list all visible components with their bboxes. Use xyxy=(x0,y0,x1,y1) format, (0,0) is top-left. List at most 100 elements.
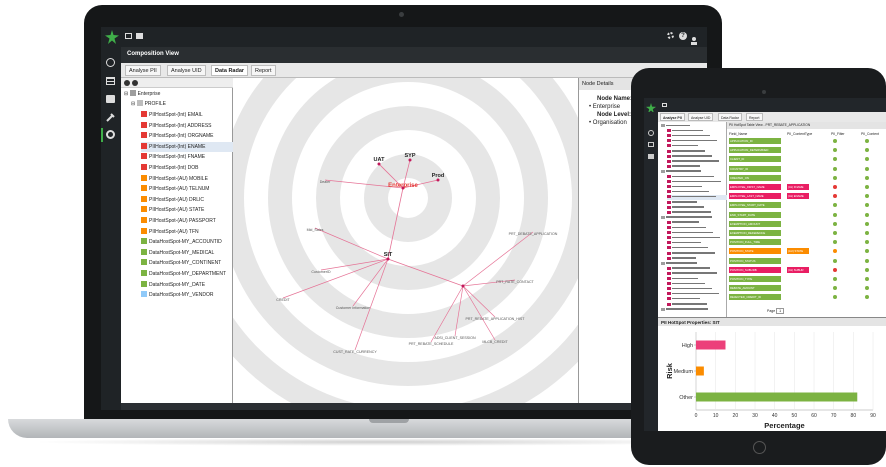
radar-leaf-label[interactable]: PRT_RATE_CONTACT xyxy=(496,280,534,284)
grid-field-cell[interactable]: EXEMPTION_REFERENCE xyxy=(729,230,781,236)
grid-field-cell[interactable]: APPLICATION_ID xyxy=(729,138,781,144)
grid-field-cell[interactable]: POSITION_STATE xyxy=(729,248,781,255)
grid-field-cell[interactable]: POSITION_STATUS xyxy=(729,257,781,264)
data-radar-canvas[interactable]: Dealer Mid_Sales CustomerID CREDIT Customer … xyxy=(233,78,578,410)
tablet-tree-row[interactable] xyxy=(661,307,708,313)
tree-item[interactable]: DataHostSpot-MY_MEDICAL xyxy=(141,248,214,258)
grid-header-field[interactable]: Field_Name xyxy=(729,132,747,136)
settings-icon[interactable] xyxy=(667,32,674,39)
tablet-bag-icon[interactable] xyxy=(648,154,654,159)
pager-input[interactable]: 1 xyxy=(776,308,785,314)
tab-report[interactable]: Report xyxy=(251,65,276,76)
grid-field-cell[interactable]: REBATE_AMOUNT xyxy=(729,285,781,292)
bar[interactable] xyxy=(696,366,704,376)
status-dot xyxy=(833,203,837,208)
radar-node-label[interactable]: SYP xyxy=(404,153,415,159)
grid-field-cell[interactable]: END_START_DATE xyxy=(729,211,781,218)
collapse-icon[interactable] xyxy=(132,80,138,86)
radar-node-label[interactable]: Enterprise xyxy=(388,183,418,189)
radar-node[interactable] xyxy=(461,284,465,288)
tablet-tab-report[interactable]: Report xyxy=(746,113,763,121)
radar-node-label[interactable]: Prod xyxy=(432,173,445,179)
grid-field-cell[interactable]: POSITION_SUBURB xyxy=(729,266,781,273)
grid-type-cell[interactable]: (Int) ENAME xyxy=(787,193,809,200)
grid-field-cell[interactable]: CLIENT_ID xyxy=(729,156,781,163)
tree-item[interactable]: DataHostSpot-MY_VENDOR xyxy=(141,290,213,300)
radar-leaf-label[interactable]: Customer Information xyxy=(336,306,371,310)
grid-type-cell[interactable]: (AU) STATE xyxy=(787,248,809,255)
tree-root[interactable]: ⊟ Enterprise xyxy=(124,89,160,99)
grid-type-cell[interactable]: (Int) FNAME xyxy=(787,184,809,190)
bottom-scrollbar[interactable] xyxy=(121,403,707,410)
grid-field-cell[interactable]: REJECTED_CREDIT_ID xyxy=(729,294,781,301)
tree-item[interactable]: PIIHostSpot-(AU) TFN xyxy=(141,227,199,237)
tablet-globe-icon[interactable] xyxy=(648,130,654,136)
wrench-icon[interactable] xyxy=(106,113,115,125)
gear-icon[interactable] xyxy=(106,130,115,139)
tablet-home-button[interactable] xyxy=(753,441,766,454)
tab-data-radar[interactable]: Data Radar xyxy=(211,65,249,76)
radar-leaf-label[interactable]: PRT_DEBATE_APPLICATION xyxy=(509,232,558,236)
grid-header-filter[interactable]: PII_Filter xyxy=(831,132,845,136)
user-icon[interactable] xyxy=(691,32,697,45)
grid-field-cell[interactable]: EXEMPTION_AMOUNT xyxy=(729,220,781,227)
grid-field-cell[interactable]: APPLICATION_DETERMINED xyxy=(729,147,781,154)
tablet-tree-line xyxy=(672,252,715,254)
radar-leaf-label[interactable]: PRT_REBATE_APPLICATION_HIST xyxy=(466,317,526,321)
tree-item[interactable]: PIIHostSpot-(Int) ADDRESS xyxy=(141,121,212,131)
tablet-tab-analyse-uid[interactable]: Analyse UID xyxy=(688,113,714,121)
tab-analyse-pii[interactable]: Analyse PII xyxy=(125,65,161,76)
tree-item[interactable]: PIIHostSpot-(Int) FNAME xyxy=(141,152,205,162)
tab-analyse-uid[interactable]: Analyse UID xyxy=(167,65,206,76)
radar-leaf-label[interactable]: MLCB_CREDIT xyxy=(482,340,508,344)
table-icon[interactable] xyxy=(106,77,115,85)
radar-leaf-label[interactable]: CustomerID xyxy=(311,270,331,274)
bar[interactable] xyxy=(696,392,858,402)
radar-leaf-label[interactable]: ADSI_CLIENT_SESSION xyxy=(434,336,476,340)
tree-item[interactable]: PIIHostSpot-(AU) MOBILE xyxy=(141,174,208,184)
bar[interactable] xyxy=(696,340,726,350)
tree-item[interactable]: PIIHostSpot-(Int) DOB xyxy=(141,163,198,173)
expand-icon[interactable] xyxy=(124,80,130,86)
tree-item[interactable]: DataHostSpot-MY_DATE xyxy=(141,280,205,290)
grid-field-cell[interactable]: POSITION_FULL_TIME xyxy=(729,239,781,246)
grid-type-cell[interactable]: (Int) SUBUR xyxy=(787,266,809,273)
tree-item[interactable]: PIIHostSpot-(AU) TELNUM xyxy=(141,184,209,194)
help-icon[interactable]: ? xyxy=(679,32,687,40)
tablet-menu-icon[interactable] xyxy=(662,103,667,107)
grid-field-cell[interactable]: EMPLOYEE_FIRST_NAME xyxy=(729,184,781,190)
globe-icon[interactable] xyxy=(106,58,115,67)
tree-item[interactable]: PIIHostSpot-(Int) ENAME xyxy=(141,141,233,152)
grid-field-cell[interactable]: EMPLOYEE_START_DATE xyxy=(729,202,781,209)
grid-field-cell[interactable]: COUNTRY_ID xyxy=(729,165,781,172)
tablet-tab-analyse-pii[interactable]: Analyse PII xyxy=(660,113,685,121)
tree-item[interactable]: PIIHostSpot-(AU) DRLIC xyxy=(141,195,204,205)
tree-item[interactable]: PIIHostSpot-(AU) STATE xyxy=(141,205,204,215)
tree-item[interactable]: PIIHostSpot-(Int) ORGNAME xyxy=(141,131,213,141)
radar-leaf-label[interactable]: Dealer xyxy=(320,180,331,184)
radar-node-label[interactable]: UAT xyxy=(374,157,386,163)
tablet-tab-data-radar[interactable]: Data Radar xyxy=(718,113,742,121)
tree-item[interactable]: DataHostSpot-MY_ACCOUNTID xyxy=(141,237,222,247)
tablet-tree-line xyxy=(672,144,698,147)
status-dot xyxy=(833,221,837,226)
grid-header-content[interactable]: PII_Content xyxy=(861,132,879,136)
grid-header-type[interactable]: PII_ContentType xyxy=(787,132,812,136)
bag-icon[interactable] xyxy=(106,95,115,103)
tree-item[interactable]: DataHostSpot-MY_DEPARTMENT xyxy=(141,269,226,279)
tree-item[interactable]: PIIHostSpot-(AU) PASSPORT xyxy=(141,216,216,226)
tablet-table-icon[interactable] xyxy=(648,142,654,147)
radar-leaf-label[interactable]: CREDIT xyxy=(276,298,290,302)
radar-node-label[interactable]: SIT xyxy=(384,252,393,258)
grid-field-cell[interactable]: POSITION_TYPE xyxy=(729,276,781,282)
tree-item[interactable]: PIIHostSpot-(Int) EMAIL xyxy=(141,110,203,120)
tree-profile[interactable]: ⊟ PROFILE xyxy=(131,99,166,109)
radar-leaf-label[interactable]: CUST_RATE_CURRENCY xyxy=(333,350,377,354)
grid-field-cell[interactable]: EMPLOYEE_LAST_NAME xyxy=(729,193,781,200)
window-icon[interactable] xyxy=(125,33,132,39)
grid-field-cell[interactable]: CREATED_ON xyxy=(729,174,781,181)
radar-leaf-label[interactable]: Mid_Sales xyxy=(307,228,324,232)
window-alt-icon[interactable] xyxy=(136,33,143,39)
radar-leaf-label[interactable]: PRT_REBATE_SCHEDULE xyxy=(409,342,454,346)
tree-item[interactable]: DataHostSpot-MY_CONTINENT xyxy=(141,258,221,268)
